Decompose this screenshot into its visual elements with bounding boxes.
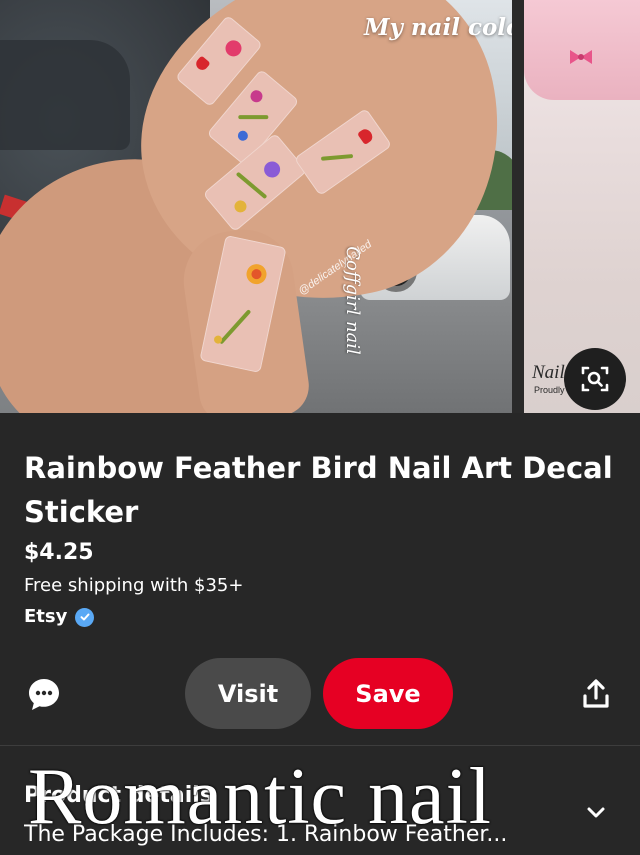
visual-search-icon <box>581 366 609 392</box>
overlay-caption: Romantic nail <box>28 753 493 841</box>
merchant[interactable]: Etsy <box>24 602 624 632</box>
bow-icon <box>570 50 592 64</box>
product-info: Rainbow Feather Bird Nail Art Decal Stic… <box>24 446 624 632</box>
verified-check-icon <box>75 607 95 627</box>
pin-main-photo[interactable]: My nail color scheme @delicatelynailed C… <box>0 0 512 413</box>
product-title: Rainbow Feather Bird Nail Art Decal Stic… <box>24 451 613 529</box>
pin-image-carousel[interactable]: My nail color scheme @delicatelynailed C… <box>0 0 640 413</box>
shipping-info: Free shipping with $35+ <box>24 575 244 596</box>
visual-search-button[interactable] <box>564 348 626 410</box>
product-price: $4.25 <box>24 540 94 565</box>
comment-icon <box>29 679 59 710</box>
comment-button[interactable] <box>24 674 64 714</box>
visit-button[interactable]: Visit <box>185 658 311 729</box>
merchant-name[interactable]: Etsy <box>24 602 67 632</box>
share-button[interactable] <box>576 674 616 714</box>
save-button[interactable]: Save <box>323 658 453 729</box>
overlay-title: My nail color scheme <box>364 14 512 41</box>
share-icon <box>583 679 609 708</box>
section-divider <box>0 745 640 746</box>
chevron-down-icon[interactable] <box>584 800 608 824</box>
watermark-signature: Coffgirl nail <box>341 246 363 355</box>
